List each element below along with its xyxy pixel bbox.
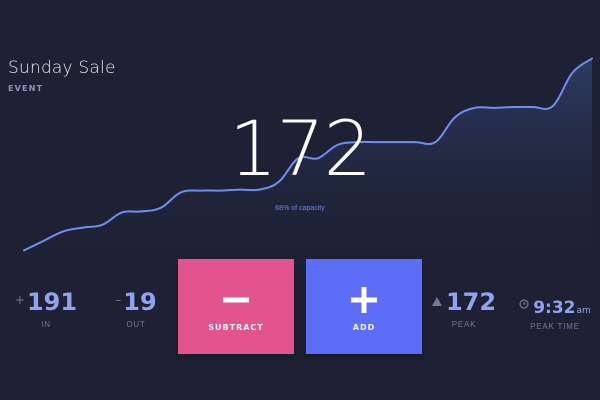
stat-peak-time-label: PEAK TIME — [530, 322, 580, 331]
stat-peak-time: 9:32am PEAK TIME — [514, 294, 596, 331]
stat-out-label: OUT — [126, 320, 146, 329]
stat-in: +191 IN — [14, 288, 78, 329]
stat-peak: 172 PEAK — [428, 288, 500, 329]
add-button-label: ADD — [352, 323, 376, 332]
event-type-label: EVENT — [8, 84, 44, 93]
stat-in-label: IN — [41, 320, 51, 329]
capacity-text: 68% of capacity — [275, 205, 325, 212]
stats-bar: +191 IN –19 OUT SUBTRACT ADD 172 PEAK 9:… — [0, 258, 600, 400]
stat-in-prefix: + — [14, 293, 25, 307]
subtract-button-label: SUBTRACT — [208, 323, 264, 332]
stat-out-value: 19 — [123, 288, 157, 316]
stat-peak-value: 172 — [445, 288, 497, 316]
stat-out-line: –19 — [104, 288, 168, 316]
counter-app: Sunday Sale EVENT 172 68% of capacity +1… — [0, 0, 600, 400]
add-button[interactable]: ADD — [306, 259, 422, 354]
event-header: Sunday Sale EVENT — [8, 58, 116, 93]
stat-peak-time-line: 9:32am — [514, 294, 596, 318]
plus-icon — [306, 285, 422, 315]
stat-peak-line: 172 — [428, 288, 500, 316]
event-title: Sunday Sale — [8, 58, 116, 78]
current-count: 172 — [228, 104, 372, 193]
subtract-button[interactable]: SUBTRACT — [178, 259, 294, 354]
triangle-up-icon — [431, 291, 442, 310]
stat-peak-label: PEAK — [451, 320, 477, 329]
stat-peak-time-value: 9:32 — [533, 298, 576, 318]
stat-in-line: +191 — [14, 288, 78, 316]
stat-peak-time-unit: am — [576, 306, 591, 316]
minus-icon — [178, 285, 294, 315]
clock-icon — [519, 294, 529, 313]
stat-out: –19 OUT — [104, 288, 168, 329]
stat-out-prefix: – — [115, 293, 122, 307]
stat-in-value: 191 — [26, 288, 78, 316]
